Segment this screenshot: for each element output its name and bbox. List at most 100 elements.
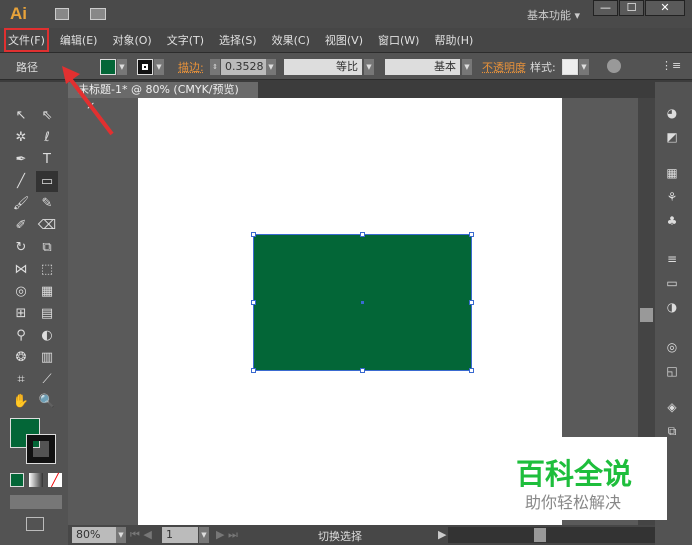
ai-logo: Ai (10, 4, 27, 23)
menu-view[interactable]: 视图(V) (323, 30, 365, 50)
horizontal-scrollbar[interactable] (448, 527, 655, 543)
pencil-tool-icon[interactable]: ✎ (36, 193, 58, 214)
stroke-label[interactable]: 描边: (178, 59, 204, 75)
zoom-dropdown[interactable]: ▼ (116, 527, 126, 543)
status-text[interactable]: 切换选择 (318, 528, 362, 544)
scale-tool-icon[interactable]: ⧉ (36, 237, 58, 258)
graph-tool-icon[interactable]: ▥ (36, 347, 58, 368)
selection-tool-icon[interactable]: ↖ (10, 105, 32, 126)
profile-dropdown[interactable]: ▼ (364, 59, 374, 75)
zoom-level-input[interactable]: 80% (72, 527, 116, 543)
gradient-tool-icon[interactable]: ▤ (36, 303, 58, 324)
rectangle-tool-icon[interactable]: ▭ (36, 171, 58, 192)
panel-menu-icon[interactable]: ⋮≡ (661, 59, 681, 75)
perspective-grid-tool-icon[interactable]: ▦ (36, 281, 58, 302)
graphic-styles-icon[interactable]: ◱ (663, 364, 681, 380)
screen-mode-icon[interactable] (26, 517, 44, 531)
direct-selection-tool-icon[interactable]: ⇖ (36, 105, 58, 126)
zoom-tool-icon[interactable]: 🔍 (36, 391, 58, 412)
shape-builder-tool-icon[interactable]: ◎ (10, 281, 32, 302)
pen-tool-icon[interactable]: ✒ (10, 149, 32, 170)
drawing-mode-buttons[interactable] (10, 495, 62, 509)
brush-definition[interactable]: 基本 (385, 59, 460, 75)
menu-help[interactable]: 帮助(H) (432, 30, 475, 50)
scroll-thumb[interactable] (640, 308, 653, 322)
symbols-icon[interactable]: ♣ (663, 214, 681, 230)
center-point (361, 301, 364, 304)
style-dropdown[interactable]: ▼ (579, 59, 589, 75)
type-tool-icon[interactable]: T (36, 149, 58, 170)
artboard-dropdown[interactable]: ▼ (199, 527, 209, 543)
width-tool-icon[interactable]: ⋈ (10, 259, 32, 280)
swatches-icon[interactable]: ▦ (663, 166, 681, 182)
variable-width-profile[interactable]: 等比 (284, 59, 362, 75)
handle[interactable] (360, 232, 365, 237)
menu-file[interactable]: 文件(F) (4, 28, 49, 52)
menu-effect[interactable]: 效果(C) (270, 30, 312, 50)
gradient-mode-button[interactable] (29, 473, 43, 487)
style-label: 样式: (530, 61, 556, 74)
arrange-documents-icon[interactable] (90, 8, 106, 20)
lasso-tool-icon[interactable]: ℓ (36, 127, 58, 148)
maximize-button[interactable]: ☐ (619, 0, 644, 16)
rotate-tool-icon[interactable]: ↻ (10, 237, 32, 258)
layers-icon[interactable]: ◈ (663, 400, 681, 416)
stroke-stepper[interactable]: ⇕ (210, 59, 220, 75)
workspace-switcher[interactable]: 基本功能 ▾ (527, 7, 580, 23)
menu-edit[interactable]: 编辑(E) (58, 30, 100, 50)
menu-window[interactable]: 窗口(W) (376, 30, 421, 50)
handle[interactable] (360, 368, 365, 373)
color-mode-button[interactable] (10, 473, 24, 487)
color-guide-icon[interactable]: ◩ (663, 130, 681, 146)
menu-type[interactable]: 文字(T) (165, 30, 206, 50)
line-tool-icon[interactable]: ╱ (10, 171, 32, 192)
hand-tool-icon[interactable]: ✋ (10, 391, 32, 412)
recolor-icon[interactable] (607, 59, 621, 73)
handle[interactable] (469, 232, 474, 237)
blob-brush-tool-icon[interactable]: ✐ (10, 215, 32, 236)
stroke-color-swatch[interactable] (26, 434, 56, 464)
handle[interactable] (251, 368, 256, 373)
handle[interactable] (251, 300, 256, 305)
slice-tool-icon[interactable]: ⟋ (36, 369, 58, 390)
gradient-panel-icon[interactable]: ▭ (663, 276, 681, 292)
blend-tool-icon[interactable]: ◐ (36, 325, 58, 346)
style-swatch[interactable] (562, 59, 578, 75)
stroke-weight-input[interactable]: 0.3528 (221, 59, 266, 75)
stroke-weight-dropdown[interactable]: ▼ (266, 59, 276, 75)
eyedropper-tool-icon[interactable]: ⚲ (10, 325, 32, 346)
stroke-swatch[interactable] (137, 59, 153, 75)
handle[interactable] (469, 300, 474, 305)
handle[interactable] (469, 368, 474, 373)
brush-dropdown[interactable]: ▼ (462, 59, 472, 75)
brushes-icon[interactable]: ⚘ (663, 190, 681, 206)
bridge-icon[interactable] (55, 8, 69, 20)
artboard-number-input[interactable]: 1 (162, 527, 198, 543)
menu-select[interactable]: 选择(S) (217, 30, 259, 50)
transparency-icon[interactable]: ◑ (663, 300, 681, 316)
watermark: 百科全说 助你轻松解决 (500, 437, 667, 520)
artboard-tool-icon[interactable]: ⌗ (10, 369, 32, 390)
title-bar: Ai 基本功能 ▾ — ☐ ✕ (0, 0, 692, 28)
eraser-tool-icon[interactable]: ⌫ (36, 215, 58, 236)
opacity-label[interactable]: 不透明度 (482, 59, 526, 75)
scroll-thumb[interactable] (534, 528, 546, 542)
status-menu-arrow[interactable]: ▶ (438, 528, 446, 541)
free-transform-tool-icon[interactable]: ⬚ (36, 259, 58, 280)
paintbrush-tool-icon[interactable]: 🖌 (10, 193, 32, 214)
stroke-panel-icon[interactable]: ≡ (663, 252, 681, 268)
minimize-button[interactable]: — (593, 0, 618, 16)
handle[interactable] (251, 232, 256, 237)
next-last-artboard-buttons[interactable]: ▶ ⏭ (216, 528, 238, 542)
appearance-icon[interactable]: ◎ (663, 340, 681, 356)
none-mode-button[interactable]: ╱ (48, 473, 62, 487)
stroke-dropdown[interactable]: ▼ (154, 59, 164, 75)
menu-object[interactable]: 对象(O) (110, 30, 153, 50)
symbol-sprayer-tool-icon[interactable]: ❂ (10, 347, 32, 368)
close-button[interactable]: ✕ (645, 0, 685, 16)
watermark-title: 百科全说 (516, 457, 633, 491)
magic-wand-tool-icon[interactable]: ✲ (10, 127, 32, 148)
first-prev-artboard-buttons[interactable]: ⏮ ◀ (130, 528, 152, 542)
mesh-tool-icon[interactable]: ⊞ (10, 303, 32, 324)
color-panel-icon[interactable]: ◕ (663, 106, 681, 122)
